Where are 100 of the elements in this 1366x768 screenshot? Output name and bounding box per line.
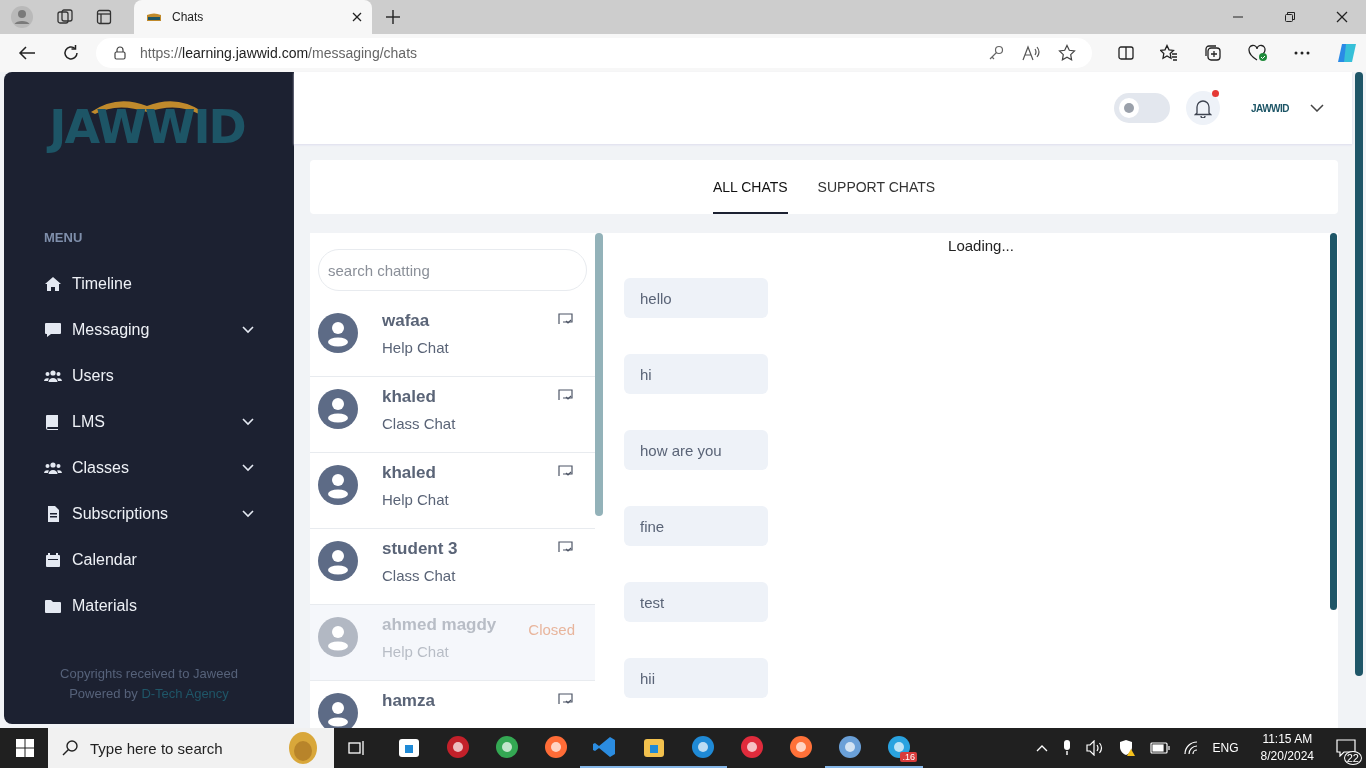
chat-check-icon[interactable]: [558, 389, 573, 402]
avatar-icon: [318, 465, 358, 505]
workspaces-icon[interactable]: [56, 8, 74, 26]
users-icon: [44, 460, 62, 476]
chevron-up-icon[interactable]: [1035, 744, 1048, 752]
browser-tab[interactable]: Chats: [134, 0, 372, 34]
heart-check-icon[interactable]: [1248, 44, 1268, 62]
favorites-icon[interactable]: [1160, 44, 1178, 62]
chat-check-icon[interactable]: [558, 465, 573, 478]
bell-icon: [1194, 98, 1212, 118]
task-view-icon[interactable]: [348, 740, 366, 756]
copilot-icon[interactable]: [1336, 42, 1358, 64]
notifications-button[interactable]: [1186, 91, 1220, 125]
app-icon: [690, 735, 715, 759]
avatar-icon: [318, 313, 358, 353]
new-tab-icon[interactable]: [386, 10, 400, 24]
shield-warning-icon[interactable]: [1117, 739, 1136, 757]
chat-check-icon[interactable]: [558, 693, 573, 706]
windows-start-icon[interactable]: [16, 739, 34, 757]
menu-item[interactable]: Calendar: [4, 537, 294, 583]
scrollbar-thumb[interactable]: [1330, 233, 1337, 610]
collections-icon[interactable]: [1204, 44, 1222, 62]
message-bubble: test: [624, 582, 768, 622]
chat-name: khaled: [382, 387, 436, 407]
chat-tab[interactable]: SUPPORT CHATS: [817, 160, 936, 214]
chat-name: khaled: [382, 463, 436, 483]
battery-icon[interactable]: [1149, 742, 1170, 754]
menu-item[interactable]: Classes: [4, 445, 294, 491]
menu-item[interactable]: Messaging: [4, 307, 294, 353]
address-field[interactable]: https://learning.jawwid.com/messaging/chats: [96, 38, 1092, 68]
folder-icon: [44, 598, 62, 614]
read-aloud-icon[interactable]: [1022, 45, 1040, 61]
lock-icon: [114, 46, 126, 60]
status-label: Closed: [528, 621, 575, 638]
restore-icon[interactable]: [1284, 11, 1296, 23]
taskbar-app[interactable]: .16: [874, 728, 923, 768]
book-icon: [146, 12, 162, 22]
scrollbar-thumb[interactable]: [1355, 72, 1363, 676]
language-indicator[interactable]: ENG: [1212, 741, 1239, 755]
profile-icon[interactable]: [10, 5, 34, 29]
chat-check-icon[interactable]: [558, 313, 573, 326]
search-field[interactable]: search chatting: [318, 249, 587, 291]
avatar-icon: [318, 541, 358, 581]
notifications-center-button[interactable]: 22: [1326, 728, 1366, 768]
chat-type: Class Chat: [382, 415, 456, 432]
chat-type: Help Chat: [382, 491, 449, 508]
chat-item[interactable]: wafaa Help Chat: [310, 301, 595, 377]
message-bubble: how are you: [624, 430, 768, 470]
menu-item[interactable]: LMS: [4, 399, 294, 445]
menu-item[interactable]: Users: [4, 353, 294, 399]
split-screen-icon[interactable]: [1118, 45, 1134, 61]
chat-name: student 3: [382, 539, 458, 559]
clock-time[interactable]: 11:15 AM: [1262, 731, 1313, 748]
scrollbar-thumb[interactable]: [595, 233, 603, 516]
star-icon[interactable]: [1058, 44, 1076, 62]
chat-tab[interactable]: ALL CHATS: [712, 160, 788, 214]
copyright-text: Copyrights received to Jaweed: [59, 665, 239, 683]
key-icon[interactable]: [988, 45, 1004, 61]
close-icon[interactable]: [352, 12, 362, 22]
app-icon: [543, 735, 568, 759]
avatar-icon: [318, 617, 358, 657]
theme-toggle[interactable]: [1114, 93, 1170, 123]
account-logo[interactable]: JAWWID: [1248, 102, 1292, 114]
app-icon: [739, 735, 764, 759]
tab-actions-icon[interactable]: [96, 9, 112, 25]
app-icon: [837, 735, 862, 759]
search-icon: [62, 740, 78, 756]
home-icon: [44, 276, 62, 292]
chat-check-icon[interactable]: [558, 541, 573, 554]
clock-date[interactable]: 8/20/2024: [1260, 748, 1314, 765]
speaker-icon[interactable]: [1085, 740, 1104, 756]
chevron-down-icon[interactable]: [1310, 104, 1324, 112]
chat-name: hamza: [382, 691, 435, 711]
chat-item[interactable]: khaled Class Chat: [310, 377, 595, 453]
menu-item[interactable]: Timeline: [4, 261, 294, 307]
menu-item[interactable]: Subscriptions: [4, 491, 294, 537]
notification-count: 22: [1343, 751, 1362, 765]
chat-type: Help Chat: [382, 339, 449, 356]
app-icon: [788, 735, 813, 759]
more-icon[interactable]: [1294, 51, 1310, 55]
menu-item[interactable]: Materials: [4, 583, 294, 629]
url-text: https://learning.jawwid.com/messaging/chats: [140, 45, 418, 61]
taskbar-search-field[interactable]: Type here to search: [48, 728, 334, 768]
chat-name: wafaa: [382, 311, 430, 331]
chat-item[interactable]: khaled Help Chat: [310, 453, 595, 529]
app-icon: [445, 735, 470, 759]
chat-name: ahmed magdy: [382, 615, 497, 635]
refresh-icon[interactable]: [62, 44, 80, 62]
app-icon: [592, 735, 617, 759]
message-bubble: hi: [624, 354, 768, 394]
calendar-icon: [44, 552, 62, 568]
users-icon: [44, 368, 62, 384]
wifi-icon[interactable]: [1183, 741, 1200, 755]
close-icon[interactable]: [1336, 11, 1348, 23]
back-arrow-icon[interactable]: [18, 45, 36, 61]
message-bubble: fine: [624, 506, 768, 546]
microphone-icon[interactable]: [1061, 740, 1072, 756]
chat-type: Class Chat: [382, 567, 456, 584]
menu-heading: MENU: [44, 230, 84, 245]
message-bubble: hello: [624, 278, 768, 318]
